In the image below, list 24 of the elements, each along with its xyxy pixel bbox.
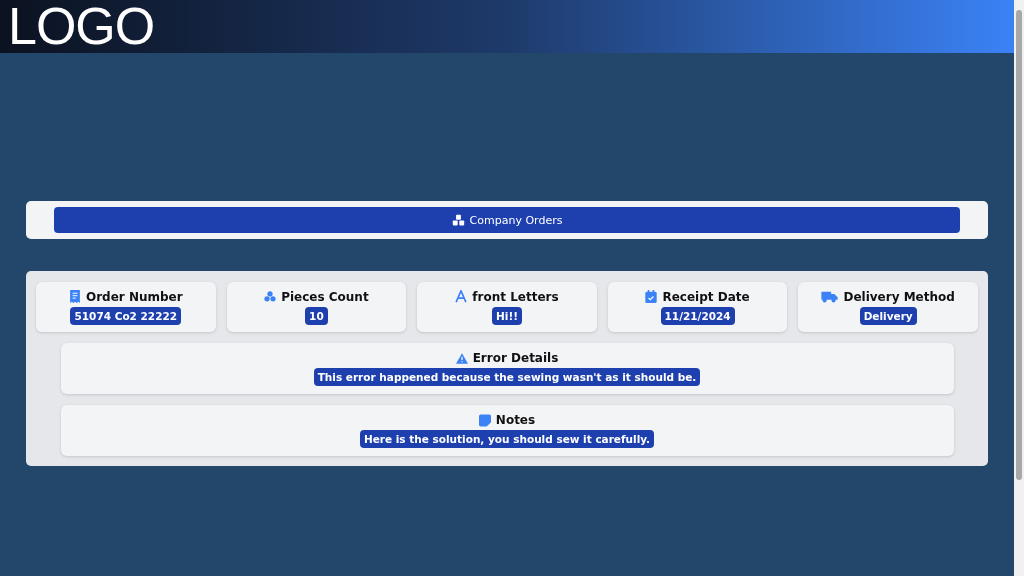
section-text: This error happened because the sewing wasn't as it should be.	[313, 368, 701, 386]
receipt-icon	[68, 290, 81, 303]
field-value: Delivery	[859, 306, 917, 325]
note-icon	[478, 413, 491, 427]
field-label: Pieces Count	[281, 289, 369, 304]
field-label: Receipt Date	[662, 289, 750, 304]
field-value: 51074 Co2 22222	[70, 306, 182, 325]
field-label: Order Number	[85, 289, 183, 304]
calendar-icon	[645, 290, 658, 303]
letter-icon	[455, 290, 468, 303]
field-label: front Letters	[472, 289, 559, 304]
warning-icon	[455, 351, 468, 365]
truck-icon	[821, 290, 839, 303]
section-label: Error Details	[472, 351, 559, 365]
field-value: 10	[305, 306, 328, 325]
logo: LOGO	[8, 0, 155, 53]
section-label: Notes	[495, 413, 536, 427]
field-value: 11/21/2024	[660, 306, 735, 325]
section-text: Here is the solution, you should sew it carefully.	[359, 430, 655, 448]
company-orders-button[interactable]: Company Orders	[54, 207, 960, 233]
field-value: Hi!!	[492, 306, 522, 325]
field-label: Delivery Method	[843, 289, 955, 304]
scrollbar-thumb[interactable]	[1016, 10, 1022, 480]
scrollbar[interactable]	[1014, 0, 1024, 576]
